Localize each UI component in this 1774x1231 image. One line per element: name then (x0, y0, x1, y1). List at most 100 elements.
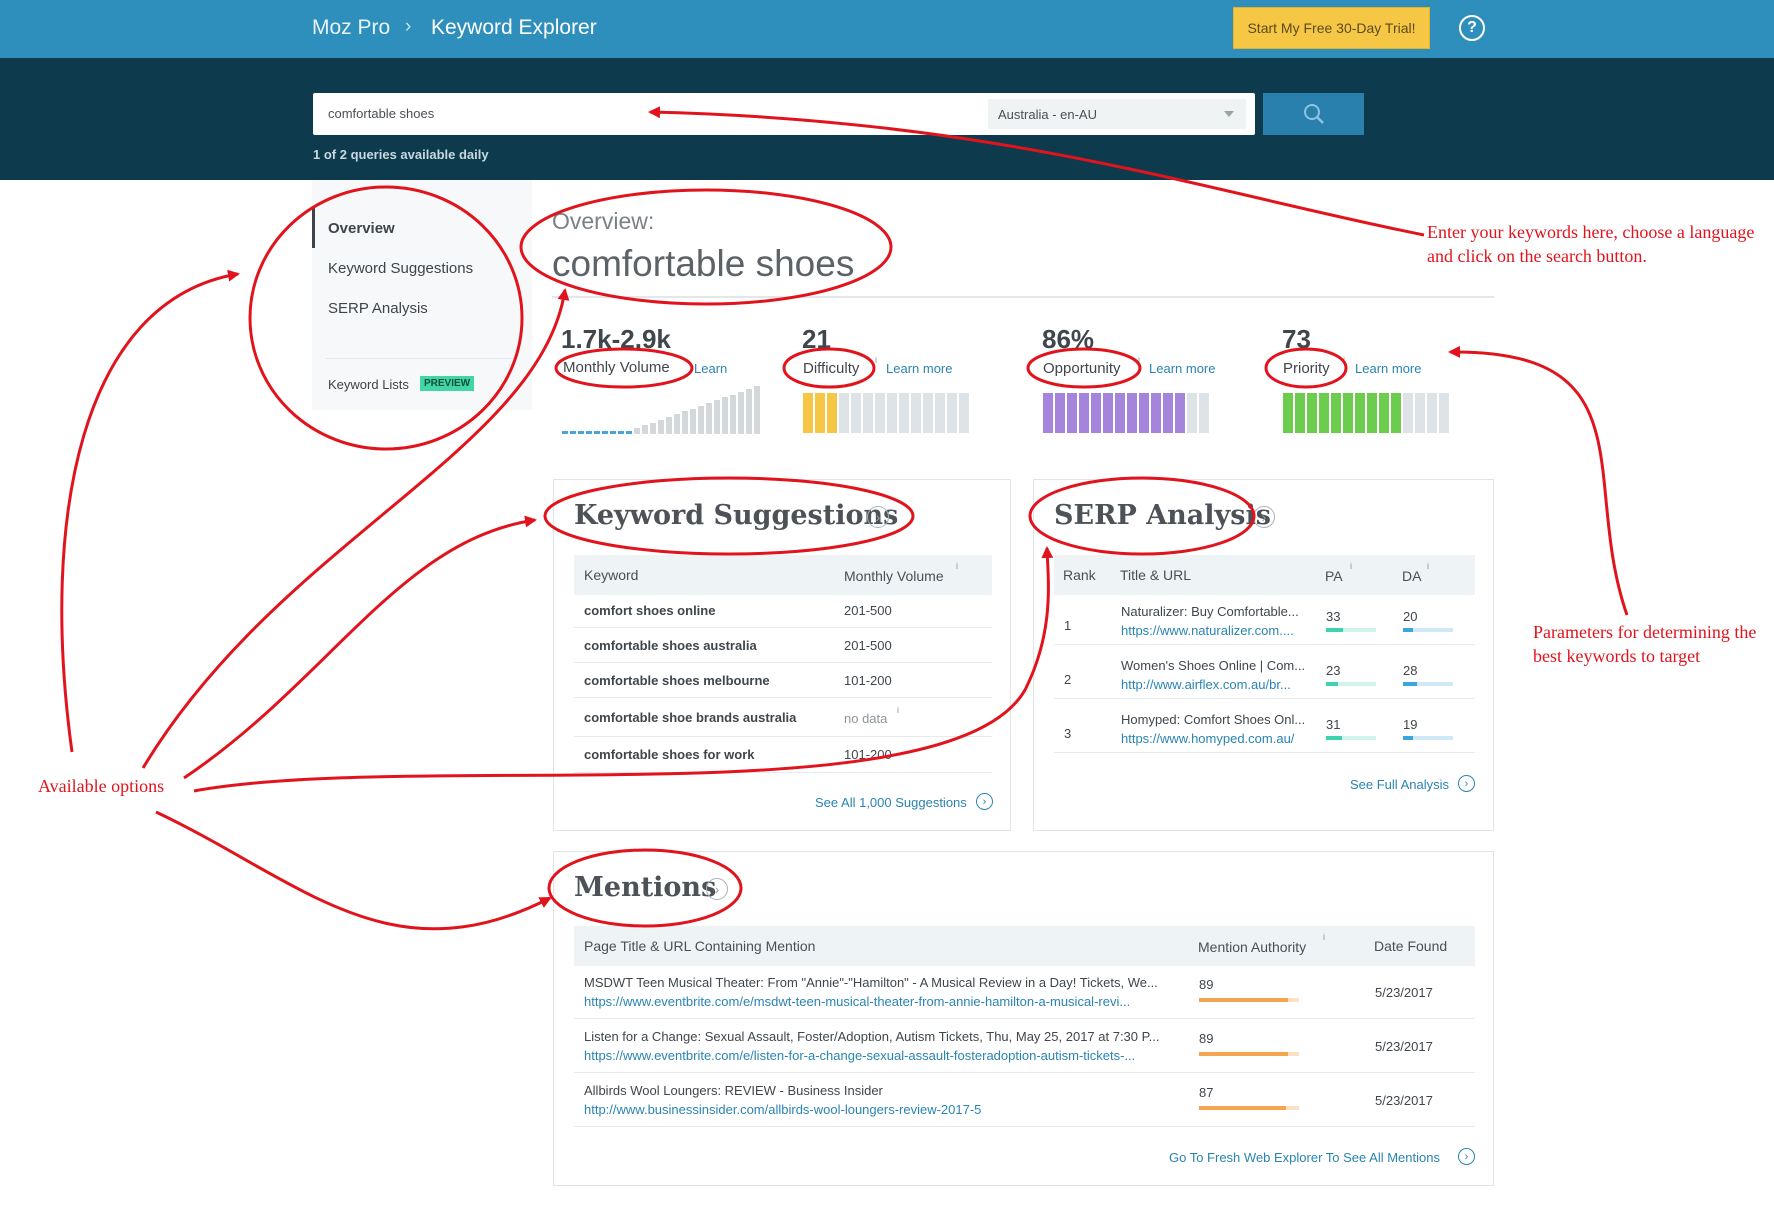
result-title-cell[interactable]: Women's Shoes Online | Com... (1121, 658, 1305, 673)
da-bar-fill (1403, 628, 1413, 632)
bar-segment (1331, 393, 1341, 433)
volume-spark-bar (754, 386, 760, 434)
breadcrumb-current-page[interactable]: Keyword Explorer (431, 16, 597, 40)
difficulty-learn-link[interactable]: Learn more (886, 361, 952, 376)
monthly-volume-learn-link[interactable]: Learn (694, 361, 727, 376)
bar-segment (935, 393, 945, 433)
row-divider (574, 627, 992, 628)
sidebar-item-overview[interactable]: Overview (328, 220, 395, 237)
result-title-cell[interactable]: Naturalizer: Buy Comfortable... (1121, 604, 1299, 619)
queries-available-note: 1 of 2 queries available daily (313, 147, 489, 162)
chevron-right-circle-icon[interactable]: › (867, 506, 889, 528)
keyword-cell[interactable]: comfortable shoes for work (584, 747, 754, 762)
keyword-cell[interactable]: comfortable shoes melbourne (584, 673, 770, 688)
arrow-to-kw-suggestions (183, 515, 537, 780)
result-title-cell[interactable]: Homyped: Comfort Shoes Onl... (1121, 712, 1305, 727)
result-url-link[interactable]: https://www.homyped.com.au/ (1121, 731, 1294, 746)
difficulty-value: 21 (802, 324, 831, 354)
keyword-cell[interactable]: comfortable shoes australia (584, 638, 757, 653)
overview-label: Overview: (552, 208, 655, 234)
volume-spark-bar (602, 431, 608, 434)
overview-keyword-title: comfortable shoes (552, 243, 855, 284)
no-data-info-icon[interactable]: i (897, 705, 899, 715)
fresh-web-explorer-link[interactable]: Go To Fresh Web Explorer To See All Ment… (1169, 1150, 1440, 1165)
bar-segment (911, 393, 921, 433)
bar-segment (887, 393, 897, 433)
chevron-down-icon (1224, 111, 1234, 117)
chevron-right-circle-icon[interactable]: › (706, 878, 728, 900)
locale-select[interactable]: Australia - en-AU (988, 99, 1246, 129)
chevron-right-circle-icon[interactable]: › (976, 793, 993, 810)
mention-url-link[interactable]: http://www.businessinsider.com/allbirds-… (584, 1102, 981, 1117)
brand-link[interactable]: Moz Pro (312, 16, 390, 40)
column-header-keyword[interactable]: Keyword (584, 567, 638, 583)
volume-spark-bar (706, 403, 712, 434)
result-url-link[interactable]: http://www.airflex.com.au/br... (1121, 677, 1291, 692)
keyword-search-input[interactable] (328, 106, 968, 121)
bar-segment (1163, 393, 1173, 433)
keyword-cell[interactable]: comfortable shoe brands australia (584, 710, 796, 725)
volume-spark-bar (746, 389, 752, 434)
sidebar-item-serp-analysis[interactable]: SERP Analysis (328, 300, 428, 317)
chevron-right-circle-icon[interactable]: › (1458, 1148, 1475, 1165)
volume-spark-bar (570, 431, 576, 434)
priority-learn-link[interactable]: Learn more (1355, 361, 1421, 376)
volume-cell: 201-500 (844, 638, 892, 653)
column-header-pa: PA (1325, 568, 1343, 584)
keyword-cell[interactable]: comfort shoes online (584, 603, 715, 618)
mention-title-cell[interactable]: Listen for a Change: Sexual Assault, Fos… (584, 1029, 1159, 1044)
bar-segment (1091, 393, 1101, 433)
bar-segment (899, 393, 909, 433)
authority-info-icon[interactable]: i (1323, 932, 1325, 942)
row-divider (574, 736, 992, 737)
bar-segment (1283, 393, 1293, 433)
mention-title-cell[interactable]: Allbirds Wool Loungers: REVIEW - Busines… (584, 1083, 883, 1098)
result-url-link[interactable]: https://www.naturalizer.com.... (1121, 623, 1294, 638)
sidebar-item-keyword-suggestions[interactable]: Keyword Suggestions (328, 260, 473, 277)
volume-cell: no data (844, 711, 888, 726)
column-header-title-url: Title & URL (1120, 567, 1192, 583)
volume-spark-bar (578, 431, 584, 434)
see-all-suggestions-link[interactable]: See All 1,000 Suggestions (815, 795, 967, 810)
difficulty-info-icon[interactable]: i (875, 355, 877, 365)
free-trial-button[interactable]: Start My Free 30-Day Trial! (1233, 7, 1430, 49)
volume-info-icon[interactable]: i (956, 561, 958, 571)
mention-url-link[interactable]: https://www.eventbrite.com/e/msdwt-teen-… (584, 994, 1130, 1009)
see-full-analysis-link[interactable]: See Full Analysis (1350, 777, 1449, 792)
bar-segment (1415, 393, 1425, 433)
pa-bar-fill (1326, 628, 1343, 632)
opportunity-label: Opportunity (1043, 360, 1121, 377)
priority-info-icon[interactable]: i (1343, 355, 1345, 365)
bar-segment (1343, 393, 1353, 433)
volume-cell: 101-200 (844, 747, 892, 762)
bar-segment (1379, 393, 1389, 433)
opportunity-learn-link[interactable]: Learn more (1149, 361, 1215, 376)
da-info-icon[interactable]: i (1427, 561, 1429, 571)
arrow-to-sidebar (60, 269, 240, 753)
row-divider (574, 697, 992, 698)
bar-segment (1175, 393, 1185, 433)
volume-spark-bar (634, 428, 640, 434)
volume-spark-bar (722, 397, 728, 434)
opportunity-info-icon[interactable]: i (1138, 355, 1140, 365)
search-button[interactable] (1263, 93, 1364, 135)
column-header-monthly-volume[interactable]: Monthly Volume (844, 568, 944, 584)
sidebar-item-keyword-lists[interactable]: Keyword Lists (328, 377, 409, 392)
volume-spark-bar (618, 431, 624, 434)
mention-title-cell[interactable]: MSDWT Teen Musical Theater: From "Annie"… (584, 975, 1158, 990)
bar-segment (1055, 393, 1065, 433)
bar-segment (1355, 393, 1365, 433)
column-header-date-found: Date Found (1374, 938, 1448, 954)
bar-segment (1103, 393, 1113, 433)
volume-spark-bar (626, 431, 632, 434)
chevron-right-circle-icon[interactable]: › (1458, 775, 1475, 792)
difficulty-bar (803, 393, 971, 433)
da-value: 20 (1403, 609, 1418, 624)
bar-segment (1187, 393, 1197, 433)
preview-badge: PREVIEW (420, 376, 475, 391)
chevron-right-circle-icon[interactable]: › (1253, 506, 1275, 528)
help-icon[interactable]: ? (1459, 15, 1485, 41)
mention-url-link[interactable]: https://www.eventbrite.com/e/listen-for-… (584, 1048, 1135, 1063)
search-box: Australia - en-AU (313, 93, 1255, 135)
pa-info-icon[interactable]: i (1350, 561, 1352, 571)
